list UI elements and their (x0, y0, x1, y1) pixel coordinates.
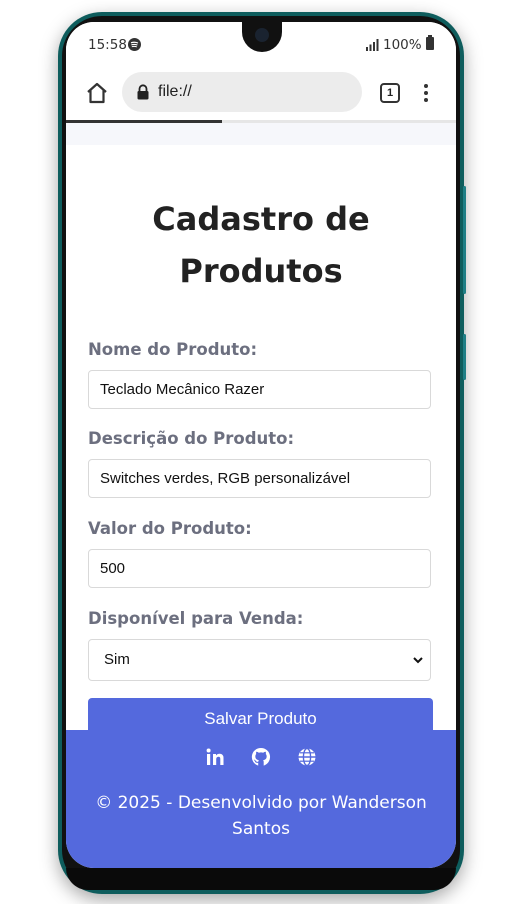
tab-switcher-button[interactable]: 1 (380, 83, 400, 103)
status-bar: 15:58 100% (66, 22, 456, 68)
page-title-line2: Produtos (179, 252, 343, 290)
footer-copyright-line1: © 2025 - Desenvolvido por Wanderson (95, 793, 427, 813)
footer: © 2025 - Desenvolvido por Wanderson Sant… (66, 730, 456, 868)
product-price-label: Valor do Produto: (88, 519, 252, 538)
footer-copyright-line2: Santos (232, 819, 290, 839)
battery-percent: 100% (383, 37, 422, 53)
home-icon[interactable] (84, 80, 110, 106)
status-time: 15:58 (88, 37, 127, 53)
browser-toolbar: file:// 1 (66, 68, 456, 120)
linkedin-icon[interactable] (204, 746, 226, 768)
volume-button (463, 186, 466, 294)
product-description-label: Descrição do Produto: (88, 429, 295, 448)
page-top-area (66, 123, 456, 145)
more-menu-icon[interactable] (423, 82, 429, 104)
page-title-line1: Cadastro de (152, 200, 370, 238)
address-bar[interactable]: file:// (122, 72, 362, 112)
camera-notch (242, 22, 282, 52)
product-form: Cadastro de Produtos Nome do Produto: Te… (66, 145, 456, 739)
phone-screen: 15:58 100% file:// 1 Cadastro de Produto… (66, 22, 456, 868)
spotify-icon (128, 38, 141, 51)
availability-label: Disponível para Venda: (88, 609, 304, 628)
phone-bottom-edge (66, 868, 456, 890)
battery-icon (426, 35, 434, 50)
globe-icon[interactable] (296, 746, 318, 768)
chevron-down-icon (413, 657, 423, 664)
product-description-input[interactable]: Switches verdes, RGB personalizável (88, 459, 431, 498)
signal-icon (366, 39, 379, 51)
camera-icon (255, 28, 269, 42)
power-button (463, 334, 466, 380)
github-icon[interactable] (250, 746, 272, 768)
availability-selected-value: Sim (104, 651, 130, 668)
product-name-input[interactable]: Teclado Mecânico Razer (88, 370, 431, 409)
product-name-label: Nome do Produto: (88, 340, 258, 359)
page-title: Cadastro de Produtos (66, 193, 456, 297)
product-price-input[interactable]: 500 (88, 549, 431, 588)
footer-copyright: © 2025 - Desenvolvido por Wanderson Sant… (86, 790, 436, 842)
availability-select[interactable]: Sim (88, 639, 431, 681)
lock-icon (137, 84, 149, 100)
url-text: file:// (158, 83, 192, 100)
